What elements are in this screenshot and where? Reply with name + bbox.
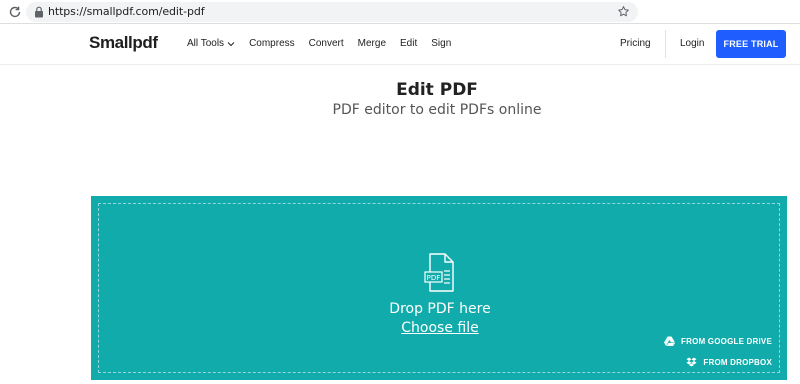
- url-text[interactable]: https://smallpdf.com/edit-pdf: [48, 5, 205, 18]
- pdf-icon-label: PDF: [427, 274, 441, 282]
- nav-edit[interactable]: Edit: [400, 38, 417, 49]
- nav-all-tools[interactable]: All Tools: [187, 38, 235, 49]
- dropbox-button[interactable]: FROM DROPBOX: [686, 357, 772, 367]
- browser-toolbar: https://smallpdf.com/edit-pdf: [0, 0, 800, 24]
- nav-all-tools-label: All Tools: [187, 38, 225, 49]
- file-dropzone[interactable]: PDF Drop PDF here Choose file FROM GOOGL…: [91, 196, 787, 380]
- google-drive-icon: [664, 336, 676, 346]
- reload-icon[interactable]: [8, 5, 22, 19]
- site-header: Smallpdf All Tools Compress Convert Merg…: [0, 24, 800, 65]
- dropzone-dashed-area[interactable]: PDF Drop PDF here Choose file FROM GOOGL…: [98, 203, 780, 373]
- pdf-file-icon: PDF: [424, 253, 454, 292]
- lock-icon: [35, 6, 43, 18]
- smallpdf-logo[interactable]: Smallpdf: [89, 33, 158, 53]
- google-drive-label: FROM GOOGLE DRIVE: [681, 336, 772, 346]
- header-divider: [665, 30, 666, 58]
- google-drive-button[interactable]: FROM GOOGLE DRIVE: [664, 336, 772, 346]
- chevron-down-icon: [227, 41, 235, 46]
- login-link[interactable]: Login: [680, 38, 704, 49]
- page-title: Edit PDF: [396, 80, 478, 100]
- main-nav: All Tools Compress Convert Merge Edit Si…: [187, 38, 465, 49]
- nav-convert[interactable]: Convert: [309, 38, 344, 49]
- nav-pricing[interactable]: Pricing: [620, 38, 651, 49]
- dropbox-label: FROM DROPBOX: [703, 357, 772, 367]
- nav-merge[interactable]: Merge: [358, 38, 386, 49]
- page-subtitle: PDF editor to edit PDFs online: [332, 102, 542, 118]
- free-trial-button[interactable]: FREE TRIAL: [716, 30, 786, 58]
- nav-compress[interactable]: Compress: [249, 38, 295, 49]
- bookmark-star-icon[interactable]: [617, 5, 630, 18]
- drop-instruction: Drop PDF here: [389, 301, 491, 317]
- nav-sign[interactable]: Sign: [431, 38, 451, 49]
- address-bar[interactable]: https://smallpdf.com/edit-pdf: [26, 2, 638, 22]
- choose-file-link[interactable]: Choose file: [99, 320, 781, 336]
- dropbox-icon: [686, 357, 697, 367]
